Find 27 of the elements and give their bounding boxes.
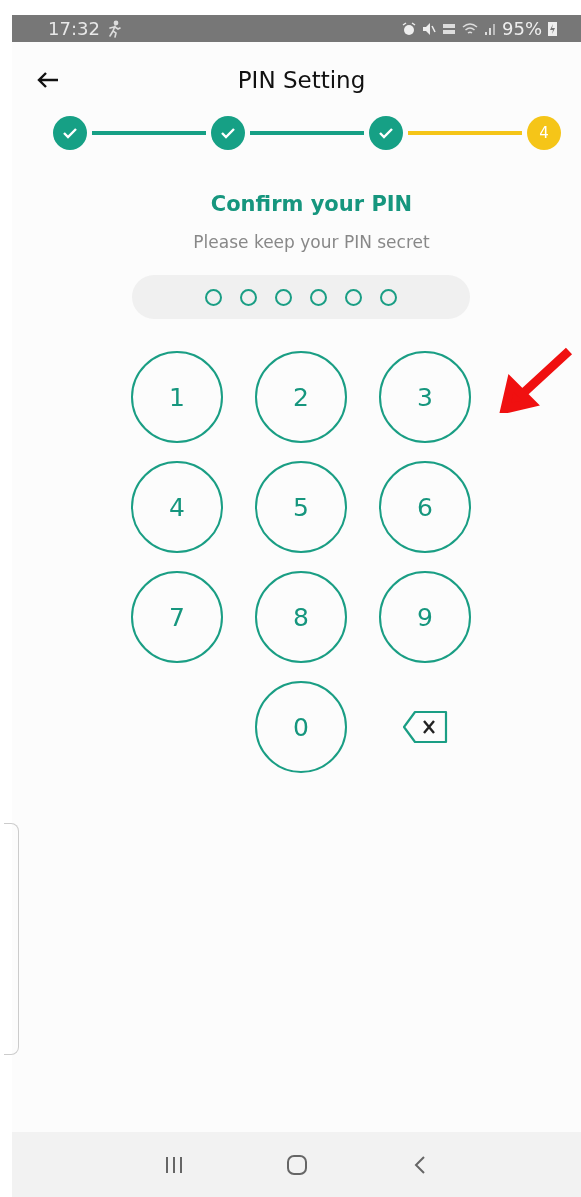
alarm-icon: [402, 21, 416, 36]
signal-icon: [484, 21, 496, 36]
page-title: PIN Setting: [237, 67, 366, 93]
heading: Confirm your PIN: [209, 192, 414, 216]
status-time: 17:32: [48, 18, 100, 39]
check-icon: [220, 126, 236, 140]
digit-key[interactable]: 5: [255, 461, 347, 553]
digit-key[interactable]: 3: [379, 351, 471, 443]
step-circle: 4: [527, 116, 561, 150]
digit-key[interactable]: 9: [379, 571, 471, 663]
check-icon: [62, 126, 78, 140]
digit-key[interactable]: 7: [131, 571, 223, 663]
battery-charging-icon: [548, 21, 557, 36]
wifi-icon: [462, 21, 478, 36]
home-icon[interactable]: [285, 1153, 308, 1176]
digit-key[interactable]: 6: [379, 461, 471, 553]
battery-percent: 95%: [502, 18, 542, 39]
back-arrow-icon[interactable]: [36, 70, 60, 90]
digit-key[interactable]: 1: [131, 351, 223, 443]
subtitle: Please keep your PIN secret: [192, 232, 431, 252]
digit-key[interactable]: 0: [255, 681, 347, 773]
digit-key[interactable]: 8: [255, 571, 347, 663]
check-icon: [378, 126, 394, 140]
digit-key[interactable]: 4: [131, 461, 223, 553]
backspace-icon[interactable]: [402, 710, 448, 744]
mute-icon: [422, 21, 436, 36]
digit-key[interactable]: 2: [255, 351, 347, 443]
